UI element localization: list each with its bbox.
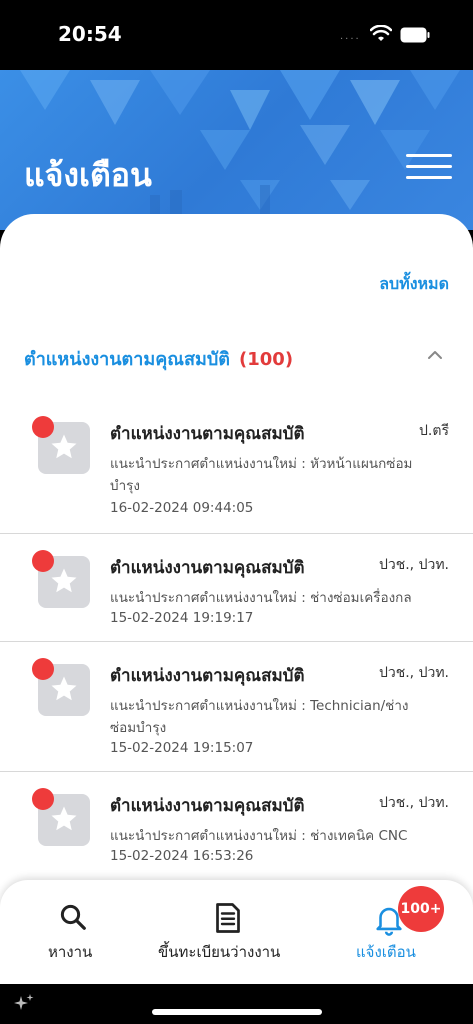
star-icon [51,568,77,593]
notification-badge: 100+ [398,886,444,932]
notification-desc-line: แนะนำประกาศตำแหน่งงานใหม่ : Technician/ช… [110,698,409,714]
notification-item[interactable]: ตำแหน่งงานตามคุณสมบัติ ปวช., ปวท. แนะนำป… [0,534,473,642]
notification-level: ปวช., ปวท. [378,665,449,681]
section-header[interactable]: ตำแหน่งงานตามคุณสมบัติ (100) [24,344,444,374]
document-icon [216,903,240,933]
page-title: แจ้งเตือน [24,156,152,194]
unread-dot [32,788,54,810]
unread-dot [32,658,54,680]
star-icon [51,676,77,701]
notification-date: 16-02-2024 09:44:05 [110,500,254,516]
menu-line-icon [406,176,452,179]
notification-desc: แนะนำประกาศตำแหน่งงานใหม่ : หัวหน้าแผนกซ… [110,453,450,497]
notification-desc-line: แนะนำประกาศตำแหน่งงานใหม่ : ช่างเทคนิค C… [110,828,408,844]
home-area [0,984,473,1024]
notification-desc-line: แนะนำประกาศตำแหน่งงานใหม่ : ช่างซ่อมเครื… [110,590,412,606]
sparkle-icon[interactable] [12,992,36,1016]
notification-date: 15-02-2024 19:19:17 [110,610,254,626]
notification-desc-line: ซ่อมบำรุง [110,720,167,736]
header-banner: แจ้งเตือน [0,70,473,230]
home-indicator[interactable] [152,1009,322,1015]
notification-item[interactable]: ตำแหน่งงานตามคุณสมบัติ ป.ตรี แนะนำประกาศ… [0,400,473,534]
notification-date: 15-02-2024 19:15:07 [110,740,254,756]
tab-label: ขึ้นทะเบียนว่างงาน [158,943,281,961]
battery-icon [400,27,430,43]
notification-title: ตำแหน่งงานตามคุณสมบัติ [110,558,305,578]
unread-dot [32,550,54,572]
chevron-up-icon[interactable] [426,346,444,364]
tab-find-job[interactable]: หางาน [30,880,120,984]
notification-level: ปวช., ปวท. [378,557,449,573]
notification-desc: แนะนำประกาศตำแหน่งงานใหม่ : Technician/ช… [110,695,450,739]
notification-desc-line: บำรุง [110,478,140,494]
star-icon [51,806,77,831]
tab-register-unemployment[interactable]: ขึ้นทะเบียนว่างงาน [150,880,310,984]
menu-button[interactable] [406,154,452,190]
delete-all-button[interactable]: ลบทั้งหมด [379,272,449,297]
bottom-tab-bar: หางาน ขึ้นทะเบียนว่างงาน แจ้งเตือน 100+ [0,880,473,984]
star-icon [51,434,77,459]
notification-level: ปวช., ปวท. [378,795,449,811]
notification-item[interactable]: ตำแหน่งงานตามคุณสมบัติ ปวช., ปวท. แนะนำป… [0,642,473,772]
status-time: 20:54 [58,22,122,46]
notification-desc: แนะนำประกาศตำแหน่งงานใหม่ : ช่างซ่อมเครื… [110,587,450,609]
wifi-icon [370,25,392,41]
menu-line-icon [406,154,452,157]
section-title: ตำแหน่งงานตามคุณสมบัติ [24,349,230,370]
signal-icon: .... [340,31,361,42]
notification-level: ป.ตรี [419,423,449,439]
notification-desc-line: แนะนำประกาศตำแหน่งงานใหม่ : หัวหน้าแผนกซ… [110,456,413,472]
notification-desc: แนะนำประกาศตำแหน่งงานใหม่ : ช่างเทคนิค C… [110,825,450,847]
notification-title: ตำแหน่งงานตามคุณสมบัติ [110,796,305,816]
tab-label: แจ้งเตือน [356,943,416,961]
unread-dot [32,416,54,438]
section-count: (100) [239,349,294,370]
tab-label: หางาน [48,943,93,961]
menu-line-icon [406,165,452,168]
status-bar: 20:54 .... [0,0,473,70]
notification-date: 15-02-2024 16:53:26 [110,848,254,864]
notification-list: ตำแหน่งงานตามคุณสมบัติ ป.ตรี แนะนำประกาศ… [0,400,473,880]
notification-title: ตำแหน่งงานตามคุณสมบัติ [110,666,305,686]
notification-title: ตำแหน่งงานตามคุณสมบัติ [110,424,305,444]
notification-item[interactable]: ตำแหน่งงานตามคุณสมบัติ ปวช., ปวท. แนะนำป… [0,772,473,880]
search-icon [60,904,86,930]
